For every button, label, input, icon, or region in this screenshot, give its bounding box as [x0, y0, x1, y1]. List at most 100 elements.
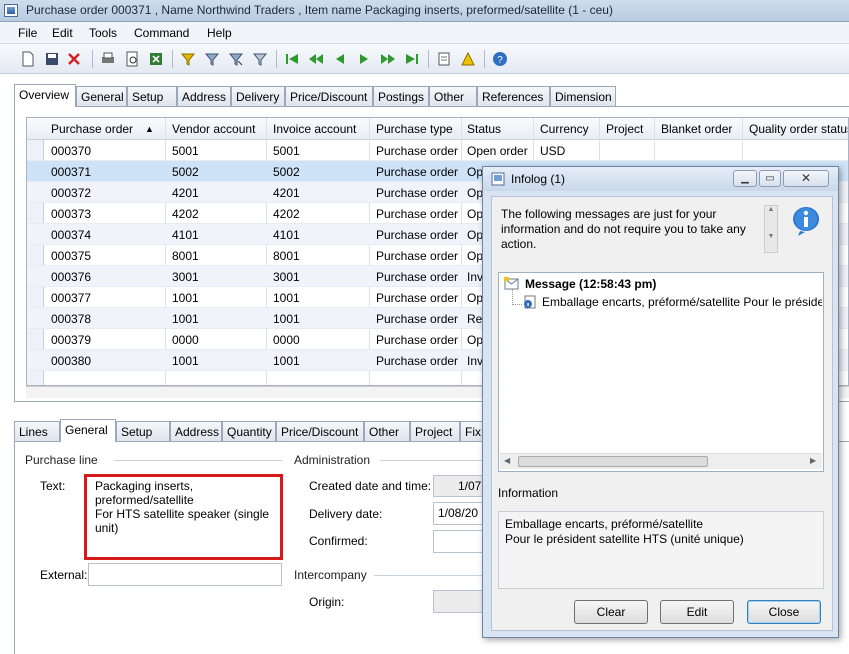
top-tab-strip: Overview General Setup Address Delivery …: [14, 84, 849, 107]
menu-edit[interactable]: Edit: [52, 26, 73, 40]
delete-icon[interactable]: [66, 51, 82, 67]
administration-heading: Administration: [294, 453, 371, 467]
scroll-thumb[interactable]: [518, 456, 708, 467]
tab-dimension[interactable]: Dimension: [550, 86, 616, 106]
tab-line-general[interactable]: General: [60, 419, 116, 442]
remove-filter-icon[interactable]: [252, 51, 268, 67]
table-row[interactable]: 000370 5001 5001 Purchase order Open ord…: [27, 140, 848, 161]
tab-line-project[interactable]: Project: [410, 421, 460, 441]
col-project[interactable]: Project: [606, 122, 643, 136]
col-vendor-account[interactable]: Vendor account: [172, 122, 255, 136]
minimize-button[interactable]: ▁: [733, 170, 757, 187]
tab-price-discount[interactable]: Price/Discount: [285, 86, 373, 106]
cell-purchase-type: Purchase order: [376, 207, 459, 221]
tab-delivery[interactable]: Delivery: [231, 86, 285, 106]
tab-address[interactable]: Address: [177, 86, 231, 106]
tab-line-quantity[interactable]: Quantity: [222, 421, 276, 441]
close-window-button[interactable]: ✕: [783, 170, 829, 187]
message-group-header[interactable]: Message (12:58:43 pm): [525, 277, 656, 291]
previous-page-icon[interactable]: [308, 51, 324, 67]
tab-line-other[interactable]: Other: [364, 421, 410, 441]
close-button[interactable]: Close: [747, 600, 821, 624]
cell-purchase-type: Purchase order: [376, 228, 459, 242]
edit-button[interactable]: Edit: [660, 600, 734, 624]
cell-purchase-order: 000375: [51, 249, 92, 263]
tab-general[interactable]: General: [76, 86, 127, 106]
cell-purchase-order: 000371: [51, 165, 92, 179]
tab-postings[interactable]: Postings: [373, 86, 429, 106]
external-label: External:: [40, 568, 88, 582]
scroll-left-icon: ◀: [504, 456, 511, 465]
tab-lines[interactable]: Lines: [14, 421, 60, 441]
title-bar: Purchase order 000371 , Name Northwind T…: [0, 0, 849, 22]
filter-by-selection-icon[interactable]: [180, 51, 196, 67]
tab-overview[interactable]: Overview: [14, 84, 76, 107]
save-icon[interactable]: [44, 51, 60, 67]
cell-vendor-account: 4101: [172, 228, 199, 242]
infolog-title-bar[interactable]: Infolog (1) ▁ ▭ ✕: [483, 167, 838, 191]
external-text-field[interactable]: [88, 563, 282, 586]
text-line-1: Packaging inserts,: [95, 479, 194, 493]
print-preview-icon[interactable]: [124, 51, 140, 67]
print-icon[interactable]: [100, 51, 116, 67]
previous-record-icon[interactable]: [332, 51, 348, 67]
tree-horizontal-scrollbar[interactable]: ◀ ▶: [500, 453, 822, 469]
confirmed-date-field[interactable]: [433, 530, 483, 553]
next-page-icon[interactable]: [380, 51, 396, 67]
message-tree: Message (12:58:43 pm) Emballage encarts,…: [498, 272, 824, 472]
infolog-body: The following messages are just for your…: [491, 196, 833, 631]
tab-setup[interactable]: Setup: [127, 86, 177, 106]
first-record-icon[interactable]: [284, 51, 300, 67]
intro-line-1: The following messages are just for your: [501, 207, 717, 221]
cell-vendor-account: 1001: [172, 312, 199, 326]
col-invoice-account[interactable]: Invoice account: [273, 122, 356, 136]
intro-line-2: information and do not require you to ta…: [501, 222, 746, 236]
line-text-field[interactable]: Packaging inserts, preformed/satellite F…: [84, 474, 283, 560]
intro-scrollbar[interactable]: ▲ ▼: [764, 205, 778, 253]
cell-purchase-type: Purchase order: [376, 270, 459, 284]
tab-line-price-discount[interactable]: Price/Discount: [276, 421, 364, 441]
next-record-icon[interactable]: [356, 51, 372, 67]
message-item[interactable]: Emballage encarts, préformé/satellite Po…: [542, 295, 822, 309]
col-quality-order-status[interactable]: Quality order status: [749, 122, 848, 136]
help-icon[interactable]: ?: [492, 51, 508, 67]
cell-vendor-account: 1001: [172, 354, 199, 368]
menu-command[interactable]: Command: [134, 26, 189, 40]
infolog-intro: The following messages are just for your…: [501, 207, 763, 252]
created-date-label: Created date and time:: [309, 479, 432, 493]
created-date-field: 1/07: [433, 475, 483, 497]
delivery-date-field[interactable]: 1/08/20: [433, 502, 483, 525]
col-purchase-type[interactable]: Purchase type: [376, 122, 453, 136]
cell-vendor-account: 4201: [172, 186, 199, 200]
col-purchase-order[interactable]: Purchase order: [51, 122, 133, 136]
menu-help[interactable]: Help: [207, 26, 232, 40]
cell-purchase-order: 000380: [51, 354, 92, 368]
purchase-line-heading: Purchase line: [25, 453, 98, 467]
advanced-filter-icon[interactable]: [228, 51, 244, 67]
text-line-4: unit): [95, 521, 119, 535]
alert-icon[interactable]: [460, 51, 476, 67]
tab-line-setup[interactable]: Setup: [116, 421, 170, 441]
document-handling-icon[interactable]: [436, 51, 452, 67]
cell-purchase-order: 000372: [51, 186, 92, 200]
clear-button[interactable]: Clear: [574, 600, 648, 624]
excel-icon[interactable]: [148, 51, 164, 67]
tab-references[interactable]: References: [477, 86, 550, 106]
tab-other[interactable]: Other: [429, 86, 477, 106]
cell-vendor-account: 4202: [172, 207, 199, 221]
window-title: Purchase order 000371 , Name Northwind T…: [26, 3, 613, 17]
cell-currency: USD: [540, 144, 566, 158]
tab-line-address[interactable]: Address: [170, 421, 222, 441]
maximize-button[interactable]: ▭: [759, 170, 781, 187]
menu-tools[interactable]: Tools: [89, 26, 117, 40]
filter-icon[interactable]: [204, 51, 220, 67]
cell-purchase-type: Purchase order: [376, 144, 459, 158]
cell-invoice-account: 3001: [273, 270, 300, 284]
new-icon[interactable]: [20, 51, 36, 67]
col-blanket-order[interactable]: Blanket order: [661, 122, 732, 136]
app-icon: [4, 4, 18, 17]
col-status[interactable]: Status: [467, 122, 501, 136]
col-currency[interactable]: Currency: [540, 122, 589, 136]
menu-file[interactable]: File: [18, 26, 37, 40]
last-record-icon[interactable]: [404, 51, 420, 67]
